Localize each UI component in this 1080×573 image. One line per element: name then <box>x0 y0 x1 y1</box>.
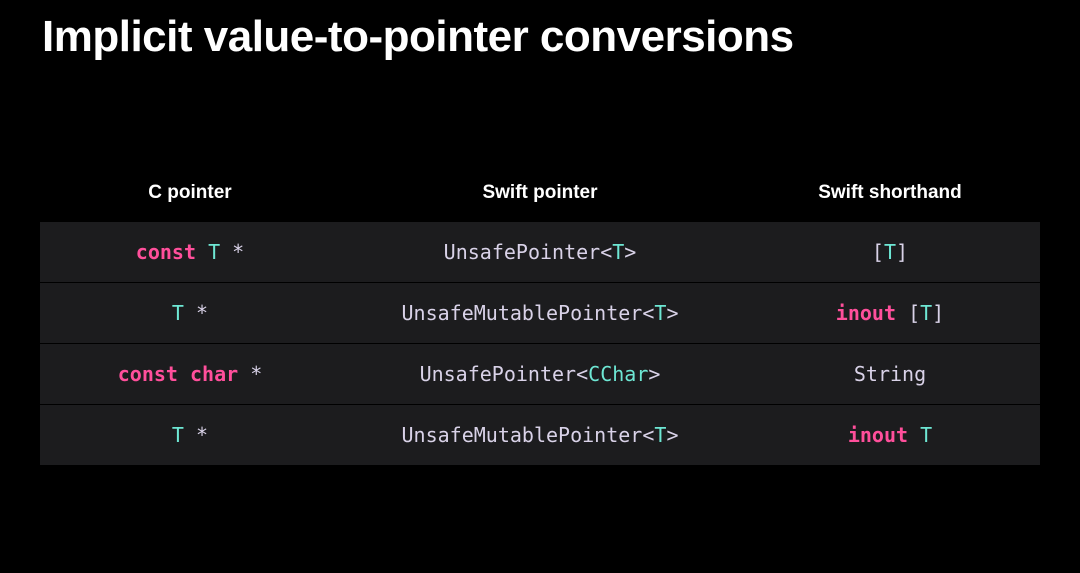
swift-pointer-cell: UnsafeMutablePointer<T> <box>340 283 740 344</box>
swift-shorthand-cell: [T] <box>740 222 1040 283</box>
conversion-table: C pointer Swift pointer Swift shorthand … <box>40 182 1040 466</box>
swift-pointer-cell: UnsafePointer<CChar> <box>340 344 740 405</box>
c-pointer-cell: T * <box>40 283 340 344</box>
swift-shorthand-cell: inout T <box>740 405 1040 466</box>
c-pointer-cell: const T * <box>40 222 340 283</box>
c-pointer-cell: T * <box>40 405 340 466</box>
column-header-c-pointer: C pointer <box>40 182 340 222</box>
swift-shorthand-cell: inout [T] <box>740 283 1040 344</box>
column-header-swift-shorthand: Swift shorthand <box>740 182 1040 222</box>
slide: Implicit value-to-pointer conversions C … <box>0 0 1080 573</box>
slide-title: Implicit value-to-pointer conversions <box>0 0 1080 62</box>
c-pointer-cell: const char * <box>40 344 340 405</box>
swift-pointer-cell: UnsafePointer<T> <box>340 222 740 283</box>
swift-shorthand-cell: String <box>740 344 1040 405</box>
column-header-swift-pointer: Swift pointer <box>340 182 740 222</box>
swift-pointer-cell: UnsafeMutablePointer<T> <box>340 405 740 466</box>
